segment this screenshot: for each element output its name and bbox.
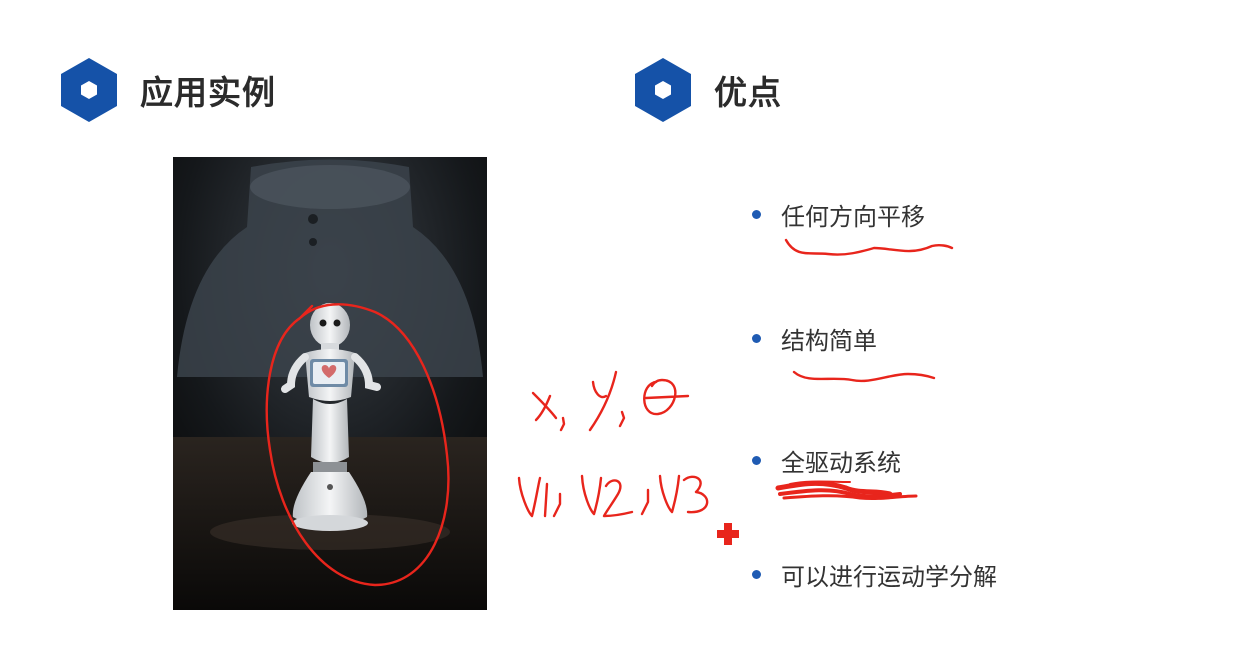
- handwriting-y: [588, 370, 618, 432]
- advantage-text: 结构简单: [781, 327, 877, 355]
- bullet-dot-icon: [752, 210, 761, 219]
- left-heading: 应用实例: [58, 56, 276, 124]
- handwriting-v2: [580, 474, 634, 518]
- list-item: 结构简单: [752, 321, 877, 356]
- right-heading-title: 优点: [714, 73, 782, 112]
- handwriting-v3: [658, 474, 709, 514]
- hexagon-icon: [61, 58, 117, 122]
- underline-1: [784, 238, 954, 256]
- underline-2: [792, 370, 936, 383]
- handwriting-x: [531, 391, 558, 422]
- right-heading: 优点: [632, 56, 782, 124]
- scribble-underline: [775, 480, 893, 497]
- advantage-text: 全驱动系统: [781, 449, 901, 477]
- bullet-dot-icon: [752, 570, 761, 579]
- list-item: 全驱动系统: [752, 443, 901, 478]
- hexagon-icon: [635, 58, 691, 122]
- list-item: 任何方向平移: [752, 197, 925, 232]
- bullet-dot-icon: [752, 334, 761, 343]
- left-heading-title: 应用实例: [140, 73, 276, 112]
- advantage-text: 任何方向平移: [781, 203, 925, 231]
- plus-cursor-icon: [717, 523, 739, 545]
- advantage-text: 可以进行运动学分解: [781, 563, 997, 591]
- handwriting-v1: [517, 476, 549, 518]
- list-item: 可以进行运动学分解: [752, 557, 997, 592]
- handwriting-theta: [643, 378, 690, 416]
- bullet-dot-icon: [752, 456, 761, 465]
- robot-photo: [173, 157, 487, 610]
